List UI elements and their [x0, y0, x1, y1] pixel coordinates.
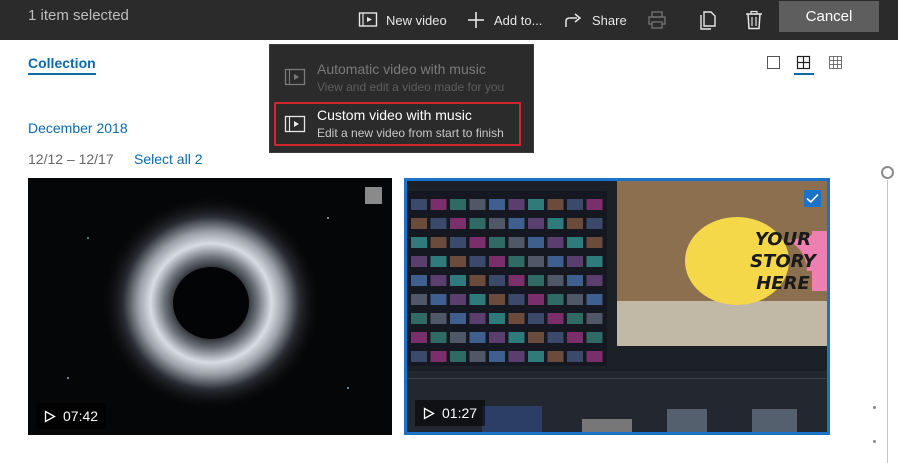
your-story-here-title: YOUR STORY HERE	[743, 229, 823, 295]
share-icon	[565, 13, 582, 27]
video-editor-screenshot-image	[407, 181, 827, 432]
video-project-icon	[358, 12, 378, 27]
printer-icon	[648, 11, 666, 29]
overlay-line: STORY	[750, 251, 816, 272]
new-video-menu: Automatic video with music View and edit…	[269, 44, 534, 153]
video-project-icon	[284, 68, 306, 86]
selection-checkbox-checked[interactable]	[804, 190, 821, 207]
duration-text: 07:42	[63, 408, 99, 424]
select-all-link[interactable]: Select all 2	[134, 151, 202, 167]
timeline-marker[interactable]	[873, 440, 876, 443]
share-label: Share	[592, 12, 627, 28]
command-bar: 1 item selected New video Add to... Shar…	[0, 0, 898, 40]
cancel-button[interactable]: Cancel	[779, 1, 879, 32]
month-heading[interactable]: December 2018	[28, 120, 128, 136]
menu-item-subtitle: Edit a new video from start to finish	[317, 126, 504, 140]
menu-item-custom-video[interactable]: Custom video with music Edit a new video…	[274, 102, 521, 146]
checkmark-icon	[806, 193, 819, 204]
timeline-scrubber-track[interactable]	[887, 180, 888, 463]
timeline-scrubber-handle[interactable]	[881, 166, 894, 179]
duration-badge: 01:27	[415, 400, 486, 426]
cosmic-ring-image	[28, 178, 392, 435]
plus-icon	[468, 12, 484, 28]
video-thumbnail-selected[interactable]: YOUR STORY HERE 01:27	[404, 178, 830, 435]
duration-text: 01:27	[442, 405, 478, 421]
video-project-icon	[284, 115, 306, 133]
new-video-label: New video	[386, 12, 447, 28]
small-thumbnails-icon[interactable]	[828, 55, 844, 71]
video-thumbnail[interactable]: 07:42	[28, 178, 392, 435]
menu-item-automatic-video[interactable]: Automatic video with music View and edit…	[274, 55, 521, 99]
overlay-line: HERE	[756, 273, 810, 294]
selection-count: 1 item selected	[28, 7, 129, 24]
menu-item-title: Automatic video with music	[317, 61, 486, 77]
date-range: 12/12 – 12/17	[28, 151, 114, 167]
print-button[interactable]	[647, 0, 667, 40]
play-icon	[44, 409, 56, 423]
copy-icon	[700, 11, 716, 30]
menu-item-subtitle: View and edit a video made for you	[317, 80, 505, 94]
add-to-label: Add to...	[494, 12, 543, 28]
copy-button[interactable]	[697, 0, 717, 40]
timeline-marker[interactable]	[873, 406, 876, 409]
view-active-indicator	[794, 73, 814, 75]
delete-button[interactable]	[744, 0, 764, 40]
trash-icon	[746, 10, 762, 30]
add-to-button[interactable]: Add to...	[466, 0, 542, 40]
tab-collection[interactable]: Collection	[28, 55, 96, 71]
new-video-button[interactable]: New video	[358, 0, 447, 40]
selection-checkbox[interactable]	[365, 187, 382, 204]
play-icon	[423, 406, 435, 420]
overlay-line: YOUR	[754, 229, 812, 250]
menu-item-title: Custom video with music	[317, 107, 472, 123]
duration-badge: 07:42	[36, 403, 107, 429]
share-button[interactable]: Share	[564, 0, 627, 40]
large-thumbnails-icon[interactable]	[766, 55, 782, 71]
tab-active-indicator	[28, 73, 96, 75]
medium-thumbnails-icon[interactable]	[796, 55, 812, 71]
